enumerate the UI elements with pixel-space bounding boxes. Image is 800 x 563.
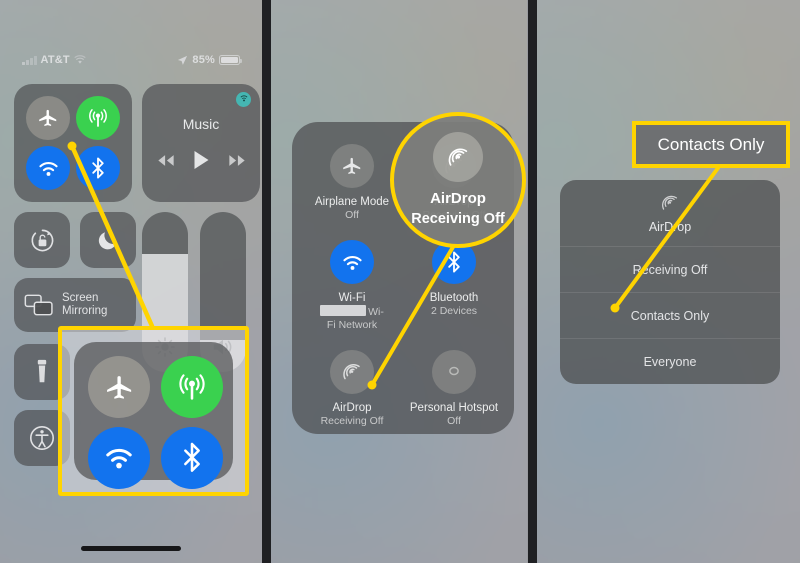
- status-bar: AT&T 85%: [0, 52, 262, 68]
- control-label: AirDrop: [434, 196, 474, 208]
- airplane-mode-control[interactable]: Airplane Mode Off: [298, 144, 406, 222]
- airdrop-menu-title: AirDrop: [648, 220, 692, 234]
- airdrop-icon: [330, 350, 374, 394]
- battery-percent-label: 85%: [192, 54, 215, 66]
- screenshot-stage: AT&T 85% Music Screen Mirroring Airplane…: [0, 0, 800, 563]
- screen-mirroring-label-line1: Screen: [62, 292, 99, 304]
- hotspot-icon: [432, 350, 476, 394]
- rewind-icon[interactable]: [157, 154, 175, 167]
- control-status-line2: Fi Network: [326, 319, 378, 331]
- airdrop-menu-header: AirDrop: [560, 180, 780, 247]
- bluetooth-toggle[interactable]: [76, 146, 120, 190]
- panel-divider-right: [528, 0, 537, 563]
- redacted-network-name: [320, 305, 367, 316]
- panel-expanded-connectivity: Airplane Mode Off AirDrop Receiving Off …: [270, 0, 527, 563]
- play-icon[interactable]: [193, 150, 210, 170]
- airplane-icon: [39, 109, 57, 126]
- airdrop-option-everyone[interactable]: Everyone: [560, 339, 780, 384]
- flashlight-icon: [37, 359, 47, 383]
- airplane-mode-toggle[interactable]: [26, 96, 70, 140]
- network-suffix: Wi-: [368, 306, 384, 318]
- flashlight-tile[interactable]: [14, 344, 70, 400]
- airdrop-option-contacts-only[interactable]: Contacts Only: [560, 293, 780, 339]
- battery-icon: [219, 55, 242, 65]
- control-status: Off: [345, 209, 359, 221]
- location-arrow-icon: [178, 55, 188, 65]
- accessibility-icon: [30, 426, 54, 450]
- control-label: Personal Hotspot: [409, 402, 499, 414]
- control-status: Off: [447, 415, 461, 427]
- cellular-data-toggle[interactable]: [76, 96, 120, 140]
- wifi-toggle[interactable]: [26, 146, 70, 190]
- airplay-icon[interactable]: [236, 92, 251, 107]
- wifi-control[interactable]: Wi-Fi Wi- Fi Network: [298, 240, 406, 332]
- connectivity-toggles-group[interactable]: [14, 84, 132, 202]
- accessibility-tile[interactable]: [14, 410, 70, 466]
- bluetooth-icon: [92, 157, 104, 179]
- panel-airdrop-options: AirDrop Receiving Off Contacts Only Ever…: [537, 0, 800, 563]
- airdrop-control[interactable]: AirDrop Receiving Off: [298, 350, 406, 428]
- airdrop-option-receiving-off[interactable]: Receiving Off: [560, 247, 780, 293]
- brightness-slider[interactable]: [142, 212, 188, 372]
- signal-bars-icon: [22, 55, 37, 65]
- screen-mirroring-tile[interactable]: Screen Mirroring: [14, 278, 136, 332]
- bluetooth-icon: [432, 240, 476, 284]
- airdrop-control-top[interactable]: AirDrop Receiving Off: [400, 144, 508, 222]
- control-status: Wi-: [298, 305, 406, 319]
- panel-control-center: AT&T 85% Music Screen Mirroring: [0, 0, 262, 563]
- control-label: AirDrop: [332, 402, 372, 414]
- control-label: Airplane Mode: [314, 196, 390, 208]
- panel-divider-left: [262, 0, 271, 563]
- home-indicator: [81, 546, 181, 551]
- connectivity-expanded-card: Airplane Mode Off AirDrop Receiving Off …: [292, 122, 514, 434]
- media-widget[interactable]: Music: [142, 84, 260, 202]
- rotation-lock-tile[interactable]: [14, 212, 70, 268]
- brightness-icon: [155, 337, 175, 357]
- bluetooth-control[interactable]: Bluetooth 2 Devices: [400, 240, 508, 318]
- airdrop-icon: [432, 144, 476, 188]
- control-status: 2 Devices: [430, 305, 478, 317]
- moon-icon: [98, 232, 116, 250]
- control-status: Receiving Off: [422, 209, 486, 221]
- fast-forward-icon[interactable]: [228, 154, 246, 167]
- control-label: Wi-Fi: [338, 292, 366, 304]
- control-status: Receiving Off: [320, 415, 384, 427]
- volume-slider[interactable]: [200, 212, 246, 372]
- media-title: Music: [182, 116, 220, 132]
- airdrop-options-menu: AirDrop Receiving Off Contacts Only Ever…: [560, 180, 780, 384]
- do-not-disturb-tile[interactable]: [80, 212, 136, 268]
- personal-hotspot-control[interactable]: Personal Hotspot Off: [400, 350, 508, 428]
- airdrop-icon: [662, 195, 678, 210]
- wifi-icon: [330, 240, 374, 284]
- airplane-icon: [330, 144, 374, 188]
- cellular-antenna-icon: [89, 109, 107, 127]
- screen-mirroring-icon: [24, 294, 53, 316]
- carrier-label: AT&T: [40, 54, 70, 66]
- screen-mirroring-label-line2: Mirroring: [62, 305, 108, 317]
- wifi-icon: [74, 55, 86, 64]
- control-label: Bluetooth: [429, 292, 479, 304]
- volume-icon: [213, 339, 232, 355]
- wifi-icon: [38, 161, 58, 176]
- rotation-lock-icon: [31, 229, 53, 251]
